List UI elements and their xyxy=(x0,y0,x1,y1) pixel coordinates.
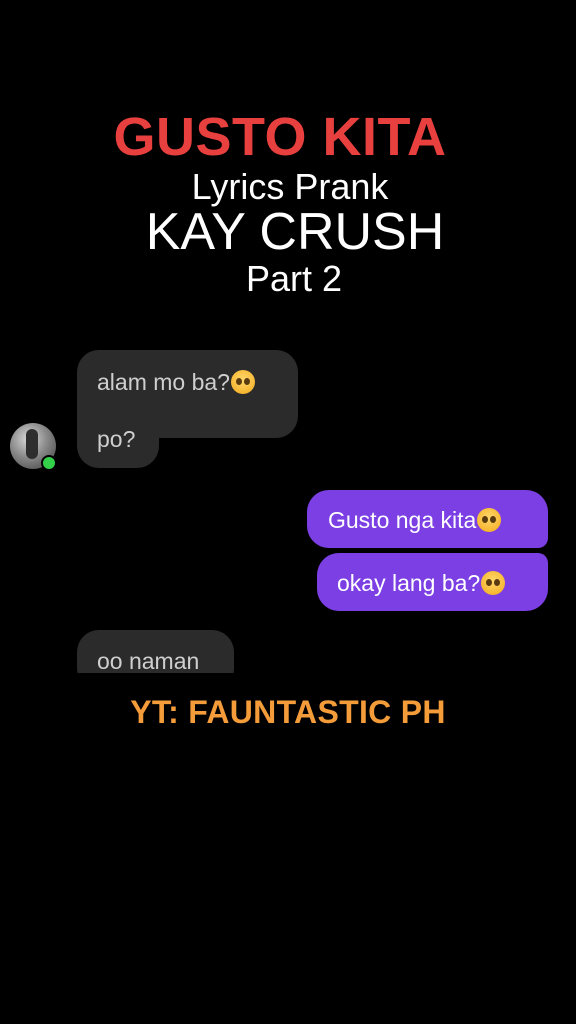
flushed-face-icon xyxy=(481,571,506,595)
channel-credit: YT: FAUNTASTIC PH xyxy=(130,694,446,730)
chat-thread: alam mo ba? po? Gusto nga kita okay lang… xyxy=(0,340,576,673)
upside-down-face-icon xyxy=(477,508,502,532)
online-status-icon xyxy=(41,455,57,471)
message-text: alam mo ba? xyxy=(97,369,230,395)
message-bubble-incoming: oo naman xyxy=(77,630,234,673)
message-bubble-outgoing: okay lang ba? xyxy=(317,553,548,611)
message-text: oo naman xyxy=(97,648,200,673)
message-bubble-outgoing: Gusto nga kita xyxy=(307,490,548,548)
message-text: Gusto nga kita xyxy=(328,507,477,533)
title-gusto-kita: GUSTO KITA xyxy=(113,107,447,167)
message-text: po? xyxy=(97,426,136,452)
message-text: okay lang ba? xyxy=(337,570,481,596)
pleading-face-icon xyxy=(230,370,255,394)
title-kay-crush: KAY CRUSH xyxy=(145,203,445,261)
title-part: Part 2 xyxy=(245,258,343,299)
message-bubble-incoming: po? xyxy=(77,410,159,468)
